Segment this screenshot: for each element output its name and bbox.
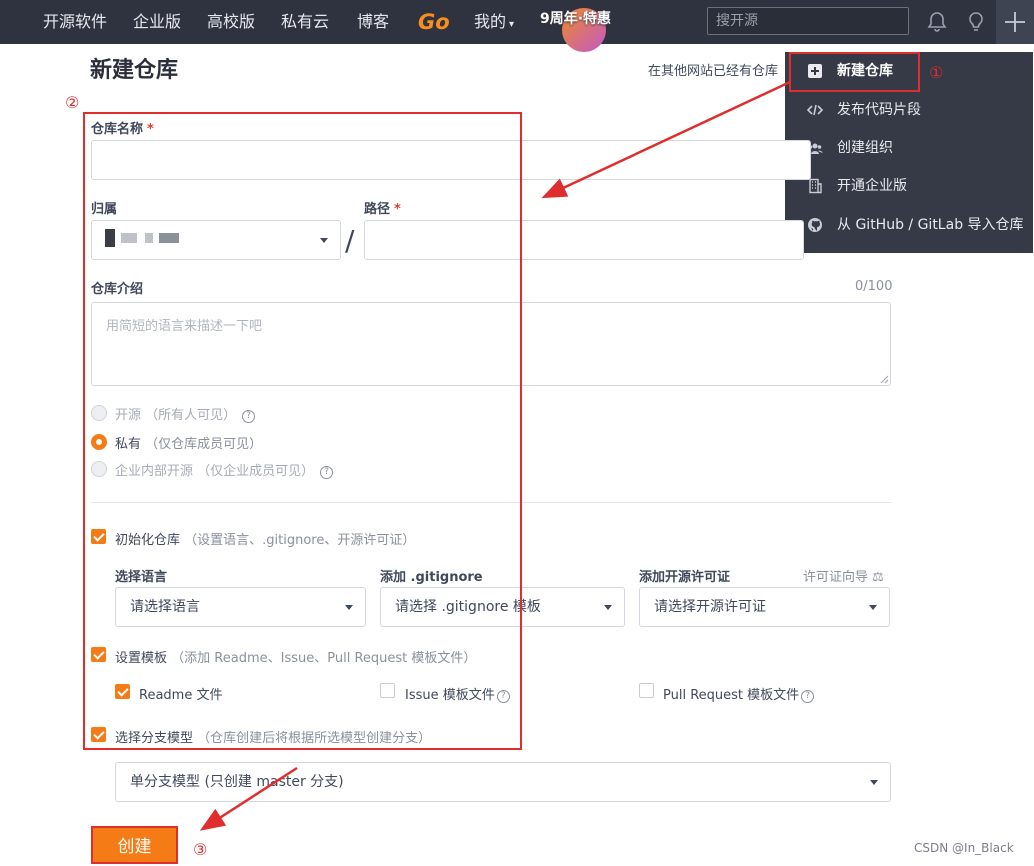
annotation-box-form (83, 112, 522, 750)
nav-university[interactable]: 高校版 (207, 0, 255, 44)
menu-item-import-github[interactable]: 从 GitHub / GitLab 导入仓库 (785, 206, 1033, 244)
nav-mine[interactable]: 我的 ▾ (474, 0, 514, 44)
code-icon (807, 104, 823, 116)
caret-down-icon (604, 605, 612, 610)
nav-blog[interactable]: 博客 (357, 0, 389, 44)
desc-counter: 0/100 (855, 279, 893, 294)
branch-model-select[interactable]: 单分支模型 (只创建 master 分支) (115, 762, 891, 802)
annotation-number-3: ③ (193, 840, 208, 859)
lightbulb-icon[interactable] (964, 10, 988, 34)
annotation-number-2: ② (65, 93, 80, 112)
anniversary-banner[interactable]: 9周年·特惠 (540, 2, 622, 52)
bell-icon[interactable] (925, 10, 949, 34)
annotation-box-menu (789, 52, 920, 92)
scale-icon: ⚖ (872, 570, 884, 585)
building-icon (809, 178, 822, 194)
menu-item-enterprise[interactable]: 开通企业版 (785, 167, 1033, 205)
chevron-down-icon: ▾ (509, 19, 515, 30)
annotation-number-1: ① (929, 63, 944, 82)
github-icon (808, 218, 822, 232)
caret-down-icon (870, 780, 878, 785)
go-logo[interactable]: Go (418, 7, 450, 37)
pr-template-label: Pull Request 模板文件? (663, 684, 815, 703)
license-label: 添加开源许可证 (639, 570, 731, 585)
license-select[interactable]: 请选择开源许可证 (639, 587, 890, 627)
import-link[interactable]: 在其他网站已经有仓库 (648, 60, 778, 79)
pr-template-checkbox[interactable] (639, 683, 654, 698)
nav-open-source[interactable]: 开源软件 (43, 0, 107, 44)
caret-down-icon (869, 605, 877, 610)
create-menu-button[interactable] (996, 0, 1034, 44)
page-title: 新建仓库 (90, 58, 179, 83)
resize-handle-icon[interactable] (880, 375, 889, 384)
anniversary-text: 9周年·特惠 (540, 11, 612, 27)
menu-item-publish-snippet[interactable]: 发布代码片段 (785, 91, 1033, 129)
menu-item-create-org[interactable]: 创建组织 (785, 129, 1033, 167)
nav-enterprise[interactable]: 企业版 (133, 0, 181, 44)
search-input[interactable]: 搜开源 (707, 7, 909, 35)
license-guide-link[interactable]: 许可证向导 ⚖ (803, 566, 884, 585)
create-button[interactable]: 创建 (91, 826, 178, 864)
watermark: CSDN @In_Black (914, 841, 1014, 855)
plus-icon (1005, 12, 1025, 32)
nav-private-cloud[interactable]: 私有云 (281, 0, 329, 44)
top-navbar: 开源软件 企业版 高校版 私有云 博客 Go 我的 ▾ 9周年·特惠 搜开源 (0, 0, 1034, 52)
help-icon[interactable]: ? (801, 690, 815, 703)
